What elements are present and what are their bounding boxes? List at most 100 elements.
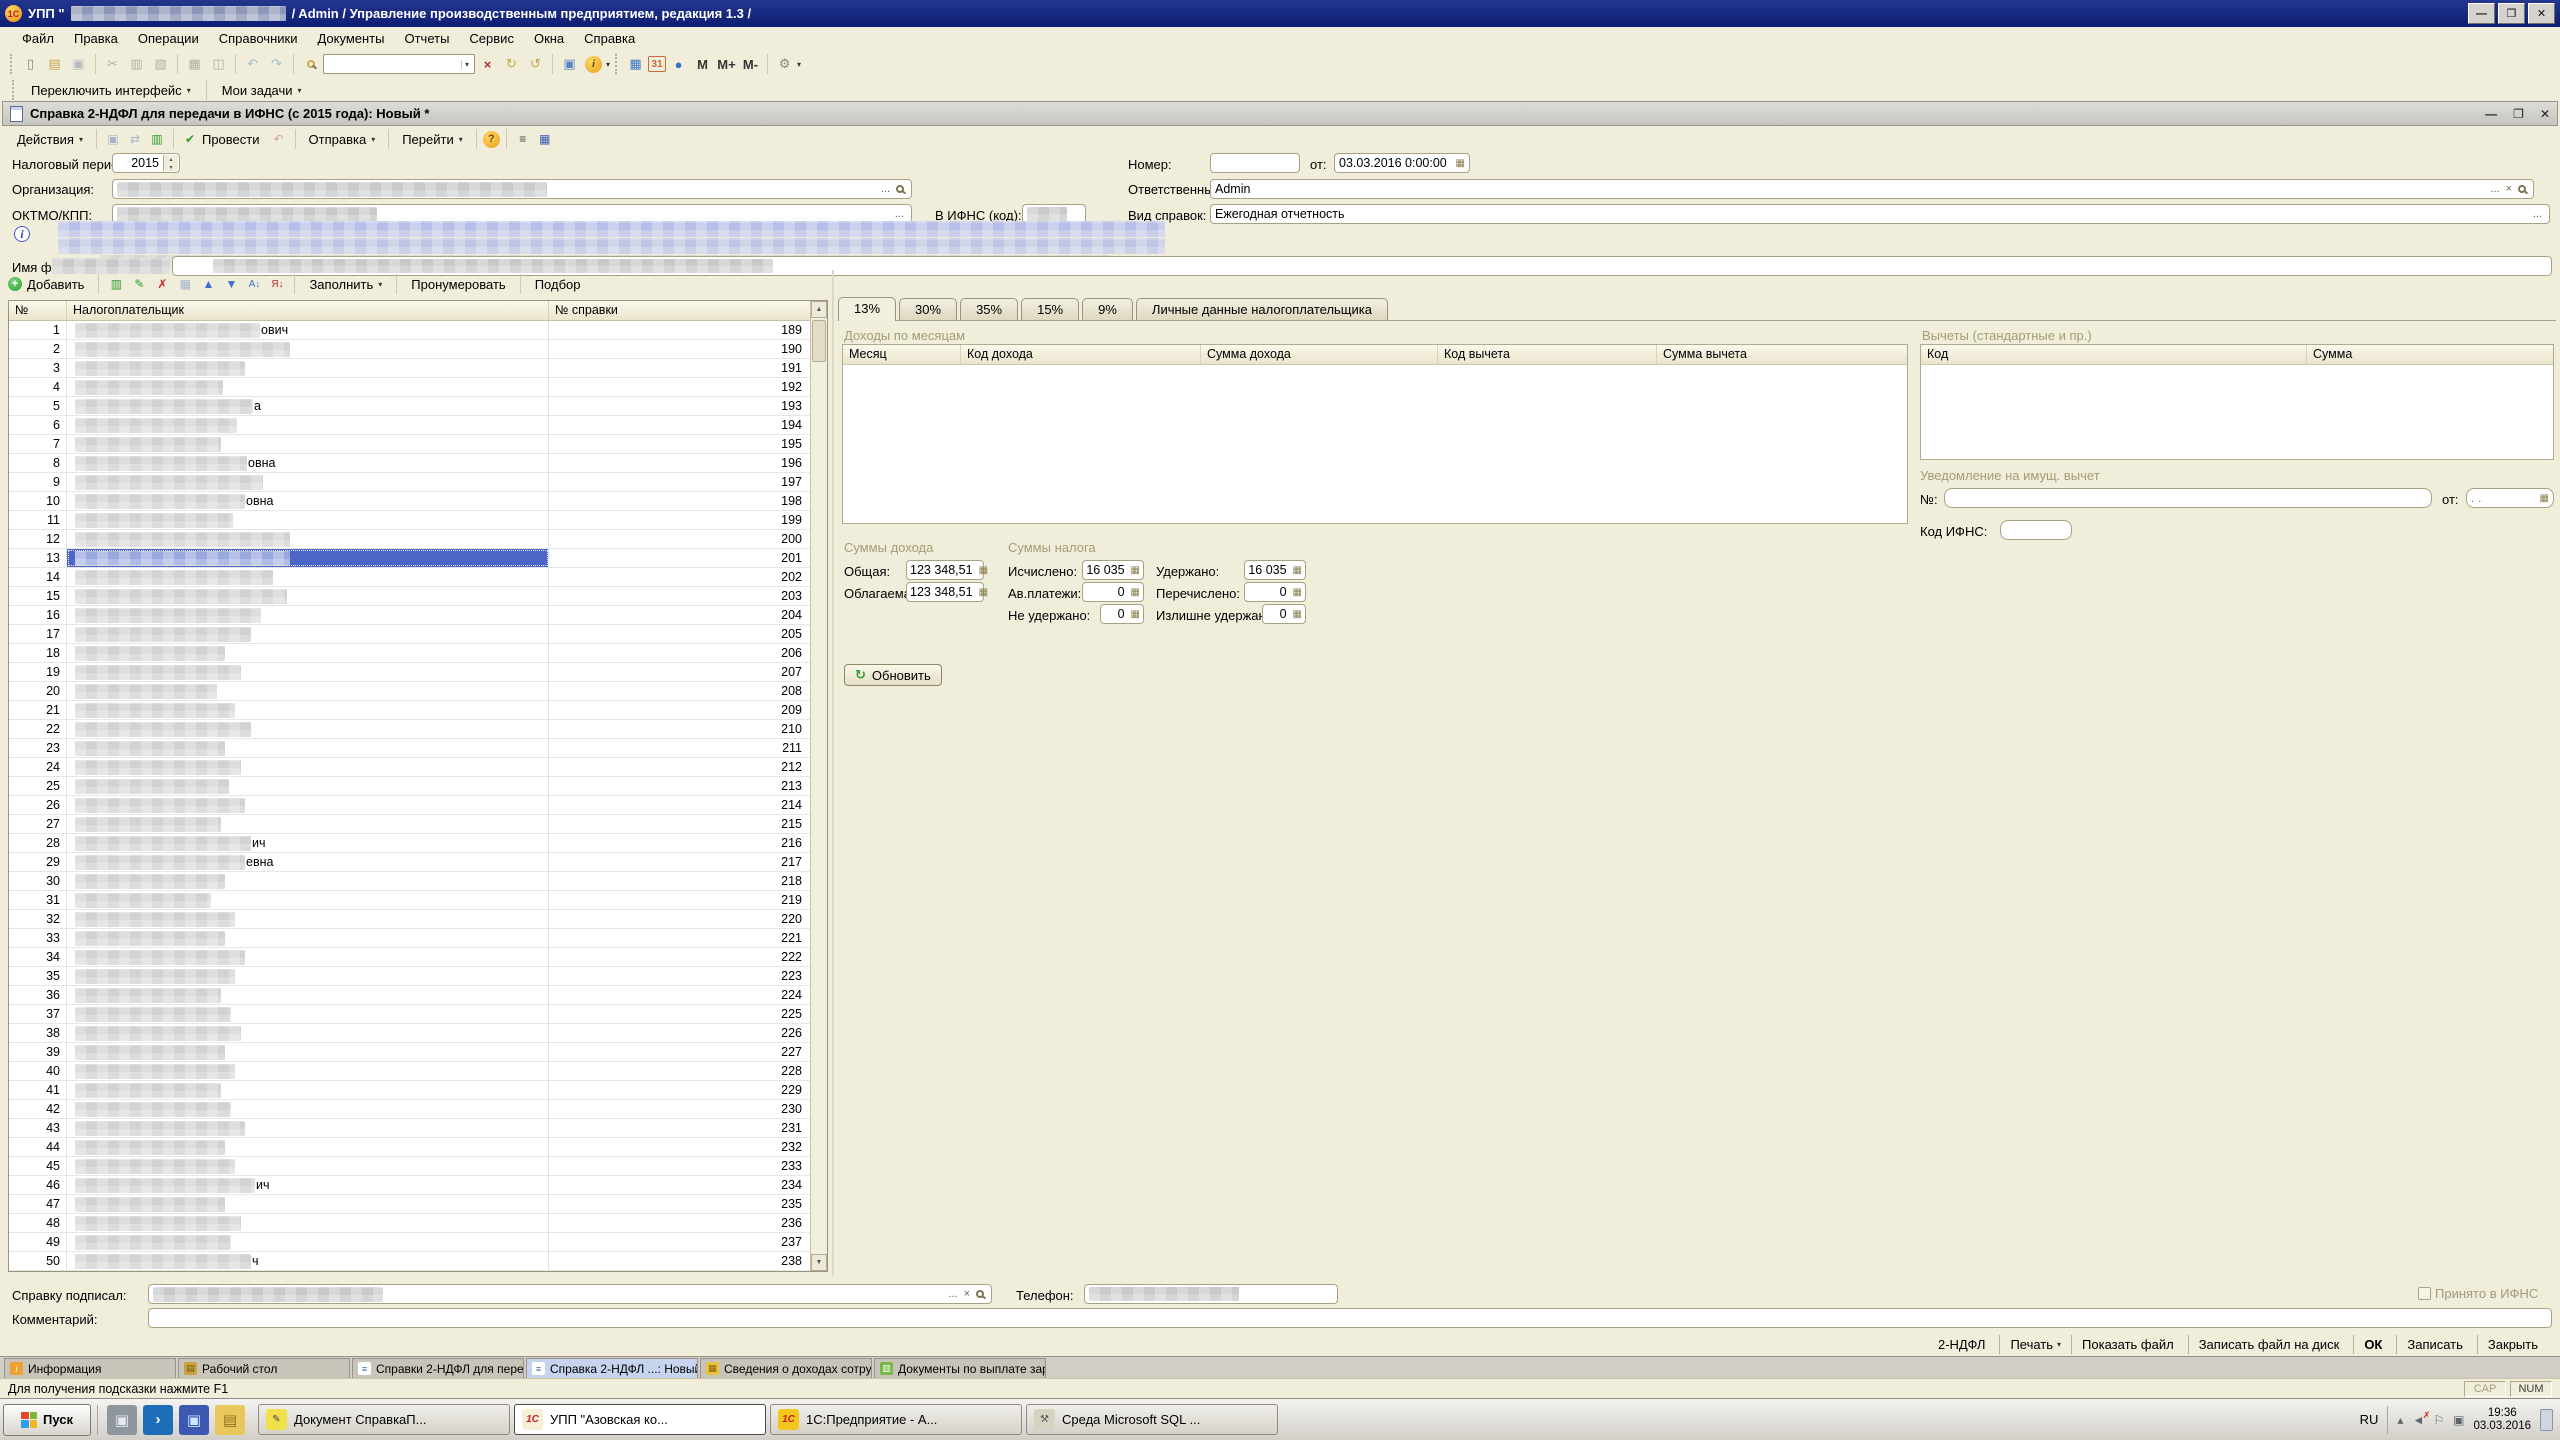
language-indicator[interactable]: RU (2360, 1412, 2379, 1427)
task-button[interactable]: ⚒Среда Microsoft SQL ... (1026, 1404, 1278, 1435)
calculator-icon[interactable]: ▦ (1128, 609, 1140, 620)
mdi-tab[interactable]: ≡Справка 2-НДФЛ ...: Новый * (526, 1358, 698, 1378)
table-row[interactable]: 13 201 (9, 549, 810, 568)
calc-m-plus-icon[interactable]: M+ (715, 53, 738, 75)
chevron-down-icon[interactable]: ▾ (606, 60, 610, 69)
quick-launch-icon[interactable]: ▣ (107, 1405, 137, 1435)
mdi-tab[interactable]: ≡Справки 2-НДФЛ для пере... (352, 1358, 524, 1378)
table-row[interactable]: 38 226 (9, 1024, 810, 1043)
menu-item[interactable]: Сервис (459, 29, 524, 48)
table-row[interactable]: 30 218 (9, 872, 810, 891)
enumerate-button[interactable]: Пронумеровать (404, 275, 512, 294)
mdi-tab[interactable]: iИнформация (4, 1358, 176, 1378)
tax-period-field[interactable]: 2015 ▴▾ (112, 153, 180, 173)
minimize-button[interactable]: — (2468, 3, 2495, 24)
table-row[interactable]: 44 232 (9, 1138, 810, 1157)
tax-calculated-field[interactable]: 16 035▦ (1082, 560, 1144, 580)
calendar-icon[interactable]: 31 (648, 56, 666, 72)
clock[interactable]: 19:36 03.03.2016 (2473, 1407, 2531, 1433)
table-row[interactable]: 33 221 (9, 929, 810, 948)
tax-transferred-field[interactable]: 0▦ (1244, 582, 1306, 602)
open-icon[interactable]: ▤ (43, 53, 66, 75)
table-row[interactable]: 1 ович 189 (9, 321, 810, 340)
my-tasks-button[interactable]: Мои задачи▾ (215, 81, 309, 100)
table-row[interactable]: 15 203 (9, 587, 810, 606)
table-row[interactable]: 37 225 (9, 1005, 810, 1024)
number-field[interactable] (1210, 153, 1300, 173)
info-icon[interactable]: i (582, 53, 605, 75)
close-button[interactable]: ✕ (2528, 3, 2555, 24)
panel-splitter[interactable] (832, 270, 834, 1276)
choose-button[interactable]: ... (892, 208, 907, 220)
menu-item[interactable]: Документы (307, 29, 394, 48)
reread-icon[interactable]: ⇄ (125, 130, 145, 148)
choose-button[interactable]: ... (2487, 183, 2502, 195)
table-row[interactable]: 39 227 (9, 1043, 810, 1062)
column-header-sum[interactable]: Сумма (2307, 345, 2553, 364)
table-row[interactable]: 27 215 (9, 815, 810, 834)
mdi-tab[interactable]: ▥Документы по выплате зар... (874, 1358, 1046, 1378)
user-icon[interactable]: ● (667, 53, 690, 75)
calculator-icon[interactable]: ▦ (1290, 565, 1302, 576)
copy-row-icon[interactable]: ▥ (106, 275, 126, 294)
notice-number-field[interactable] (1944, 488, 2432, 508)
service-settings-icon[interactable]: ⚙ (773, 53, 796, 75)
table-row[interactable]: 25 213 (9, 777, 810, 796)
table-row[interactable]: 4 192 (9, 378, 810, 397)
table-row[interactable]: 45 233 (9, 1157, 810, 1176)
column-header-month[interactable]: Месяц (843, 345, 961, 364)
toolbar-grip[interactable] (12, 80, 16, 100)
clear-search-icon[interactable]: × (476, 53, 499, 75)
redo-icon[interactable]: ↷ (265, 53, 288, 75)
doc-close-button[interactable]: ✕ (2540, 107, 2550, 121)
menu-item[interactable]: Окна (524, 29, 574, 48)
choose-button[interactable]: ... (945, 1288, 960, 1300)
doc-minimize-button[interactable]: — (2485, 107, 2497, 121)
menu-item[interactable]: Справочники (209, 29, 308, 48)
table-row[interactable]: 17 205 (9, 625, 810, 644)
save-icon[interactable]: ▣ (67, 53, 90, 75)
menu-item[interactable]: Операции (128, 29, 209, 48)
rate-tab[interactable]: 30% (899, 298, 957, 321)
responsible-field[interactable]: Admin ... × (1210, 179, 2534, 199)
table-row[interactable]: 18 206 (9, 644, 810, 663)
table-row[interactable]: 24 212 (9, 758, 810, 777)
table-row[interactable]: 14 202 (9, 568, 810, 587)
table-row[interactable]: 28 ич 216 (9, 834, 810, 853)
table-row[interactable]: 48 236 (9, 1214, 810, 1233)
rate-tab[interactable]: Личные данные налогоплательщика (1136, 298, 1388, 321)
doc-restore-button[interactable]: ❐ (2513, 107, 2524, 121)
column-header-deduction-sum[interactable]: Сумма вычета (1657, 345, 1907, 364)
scroll-up-icon[interactable]: ▲ (811, 301, 827, 318)
sort-asc-icon[interactable]: А↓ (244, 275, 264, 294)
copy-document-icon[interactable]: ▥ (147, 130, 167, 148)
move-down-icon[interactable]: ▼ (221, 275, 241, 294)
form-action-button[interactable]: ОК (2353, 1335, 2396, 1354)
cut-icon[interactable]: ✂ (101, 53, 124, 75)
clear-button[interactable]: × (2503, 183, 2515, 195)
table-row[interactable]: 11 199 (9, 511, 810, 530)
quick-launch-icon[interactable]: ▣ (179, 1405, 209, 1435)
mdi-tab[interactable]: ▤Рабочий стол (178, 1358, 350, 1378)
post-button[interactable]: Провести (202, 130, 267, 149)
calculator-icon[interactable]: ▦ (1128, 587, 1140, 598)
menu-item[interactable]: Файл (12, 29, 64, 48)
structure-icon[interactable]: ≡ (513, 130, 533, 148)
actions-button[interactable]: Действия▾ (10, 130, 90, 149)
edit-icon[interactable]: ✎ (129, 275, 149, 294)
form-action-button[interactable]: Записать (2396, 1335, 2477, 1354)
calculator-icon[interactable]: ▦ (1290, 609, 1302, 620)
table-row[interactable]: 7 195 (9, 435, 810, 454)
show-desktop-button[interactable] (2540, 1409, 2553, 1431)
rate-tab[interactable]: 35% (960, 298, 1018, 321)
choose-button[interactable]: ... (2530, 208, 2545, 220)
calc-m-icon[interactable]: M (691, 53, 714, 75)
column-header-deduction-code[interactable]: Код вычета (1438, 345, 1657, 364)
scrollbar-thumb[interactable] (812, 320, 826, 362)
table-row[interactable]: 26 214 (9, 796, 810, 815)
network-icon[interactable]: ▣ (2453, 1413, 2464, 1427)
notice-ifns-field[interactable] (2000, 520, 2072, 540)
table-row[interactable]: 34 222 (9, 948, 810, 967)
find-next-icon[interactable]: ↻ (500, 53, 523, 75)
print-preview-icon[interactable]: ◫ (207, 53, 230, 75)
